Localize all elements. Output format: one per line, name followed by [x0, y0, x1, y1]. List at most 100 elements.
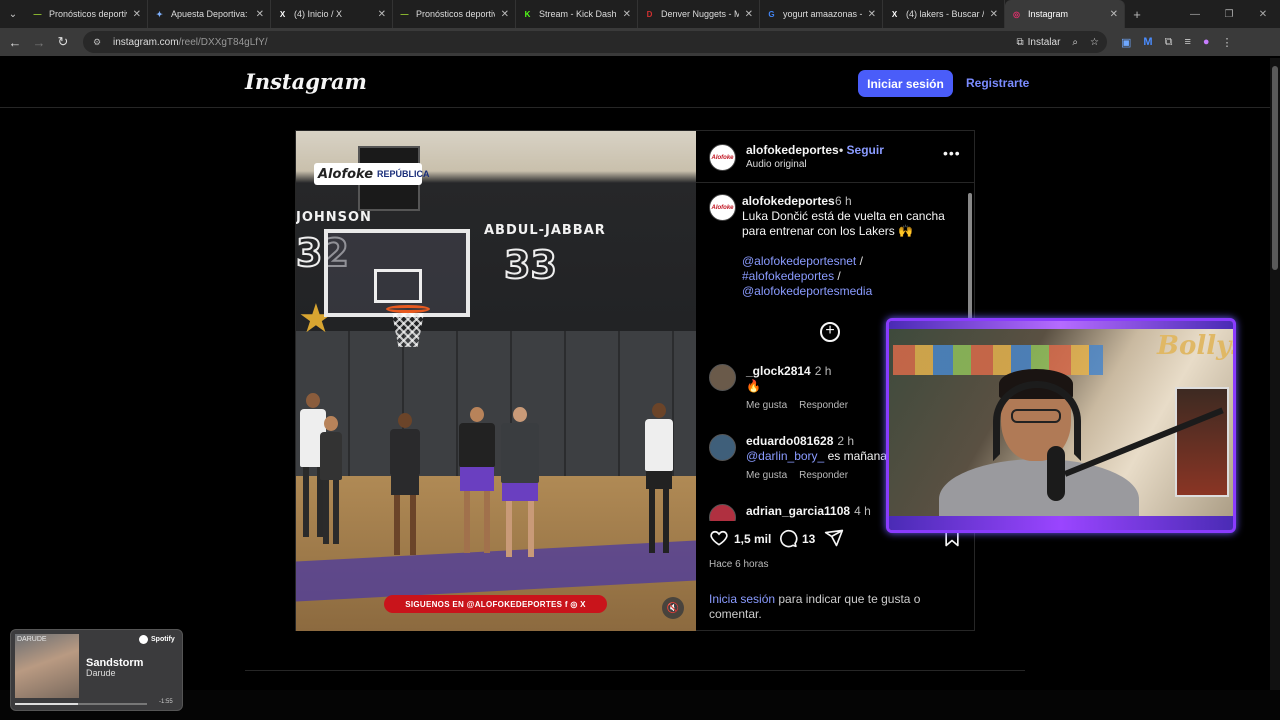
video-player-figure	[456, 407, 498, 553]
comment-username[interactable]: adrian_garcia1108 4 h	[746, 504, 871, 518]
commenter-avatar[interactable]	[709, 434, 736, 461]
browser-tab[interactable]: ◎ Instagram ✕	[1005, 0, 1125, 28]
signup-link[interactable]: Registrarte	[966, 76, 1029, 90]
tab-close-icon[interactable]: ✕	[623, 9, 631, 20]
instagram-header: Instagram Iniciar sesión Registrarte	[0, 56, 1280, 108]
load-more-comments-icon[interactable]: +	[820, 322, 840, 342]
comment-icon[interactable]	[778, 528, 798, 548]
tab-title: Apuesta Deportiva: ¿	[171, 9, 250, 19]
address-bar[interactable]: ⚙ instagram.com/reel/DXXgT84gLfY/ ⧉ Insta…	[83, 31, 1107, 53]
browser-tab[interactable]: — Pronósticos deportiv ✕	[393, 0, 516, 28]
site-info-icon[interactable]: ⚙	[93, 37, 107, 48]
browser-tab[interactable]: — Pronósticos deportiv ✕	[26, 0, 148, 28]
install-label: Instalar	[1027, 36, 1061, 48]
spotify-now-playing-widget: DARUDE Spotify Sandstorm Darude -1:55	[10, 629, 183, 711]
profile-avatar-icon[interactable]: ●	[1203, 36, 1210, 48]
video-player-figure	[318, 416, 344, 544]
reading-list-icon[interactable]: ≡	[1184, 36, 1190, 48]
close-window-button[interactable]: ✕	[1246, 9, 1280, 20]
tab-search-button[interactable]: ⌄	[0, 0, 26, 28]
tab-favicon-icon: —	[33, 9, 42, 19]
reel-video[interactable]: ★ JOHNSON 32 ABDUL-JABBAR 33 Alofoke REP…	[296, 131, 696, 631]
extension-m-icon[interactable]: M	[1143, 36, 1152, 48]
login-prompt-link[interactable]: Inicia sesión	[709, 592, 775, 606]
more-options-icon[interactable]: •••	[943, 145, 961, 161]
minimize-button[interactable]: —	[1178, 9, 1212, 20]
webcam-microphone	[1047, 446, 1065, 501]
install-icon: ⧉	[1016, 36, 1024, 48]
comment-username[interactable]: _glock2814 2 h	[746, 364, 831, 378]
tab-close-icon[interactable]: ✕	[1110, 9, 1118, 20]
translate-extension-icon[interactable]: ▣	[1121, 36, 1131, 49]
tab-favicon-icon: D	[646, 9, 653, 19]
comment-like-button[interactable]: Me gusta	[746, 470, 787, 481]
video-rim	[386, 305, 430, 313]
video-player-figure	[388, 413, 422, 555]
browser-menu-icon[interactable]: ⋮	[1222, 36, 1233, 49]
follow-button[interactable]: • Seguir	[839, 143, 884, 157]
extensions-puzzle-icon[interactable]: ⧉	[1165, 36, 1173, 49]
browser-tab[interactable]: Gyogurt amaazonas - ✕	[760, 0, 883, 28]
forward-button[interactable]: →	[27, 35, 51, 50]
zoom-icon[interactable]: ⌕	[1072, 37, 1078, 48]
commenter-avatar[interactable]	[709, 504, 736, 521]
maximize-button[interactable]: ❐	[1212, 9, 1246, 20]
streamer-webcam-overlay: Bollys	[886, 318, 1236, 533]
tab-title: Denver Nuggets - M	[661, 9, 739, 19]
browser-tab[interactable]: X (4) Inicio / X ✕	[271, 0, 393, 28]
new-tab-button[interactable]: +	[1125, 7, 1149, 22]
tab-favicon-icon: G	[768, 9, 775, 19]
reload-button[interactable]: ↻	[51, 34, 75, 50]
tab-title: Instagram	[1028, 9, 1069, 19]
comment-reply-button[interactable]: Responder	[799, 400, 848, 411]
comments-scrollbar[interactable]	[968, 193, 972, 323]
tab-title: Pronósticos deportiv	[49, 9, 127, 19]
tag-link[interactable]: #alofokedeportes	[742, 269, 834, 283]
author-avatar[interactable]: Alofoke	[709, 144, 736, 171]
heart-icon[interactable]	[709, 528, 729, 548]
tab-close-icon[interactable]: ✕	[378, 9, 386, 20]
comment-reply-button[interactable]: Responder	[799, 470, 848, 481]
browser-tab[interactable]: K Stream - Kick Dashb ✕	[516, 0, 638, 28]
mute-toggle-icon[interactable]: 🔇	[662, 597, 684, 619]
tab-close-icon[interactable]: ✕	[745, 9, 753, 20]
tab-title: yogurt amaazonas -	[783, 9, 862, 19]
login-button[interactable]: Iniciar sesión	[858, 70, 953, 97]
bookmark-star-icon[interactable]: ☆	[1090, 37, 1099, 48]
share-icon[interactable]	[824, 528, 844, 548]
tab-favicon-icon: ◎	[1013, 9, 1020, 19]
alofoke-republica-watermark: Alofoke REPÚBLICA	[314, 163, 430, 185]
install-app-button[interactable]: ⧉ Instalar	[1016, 37, 1060, 48]
comment-like-button[interactable]: Me gusta	[746, 400, 787, 411]
instagram-logo[interactable]: Instagram	[245, 69, 367, 94]
tab-title: (4) lakers - Buscar / X	[906, 9, 984, 19]
likes-count[interactable]: 1,5 mil	[734, 532, 771, 546]
tab-favicon-icon: X	[891, 9, 898, 19]
back-button[interactable]: ←	[3, 35, 27, 50]
caption-time: 6 h	[835, 194, 852, 208]
page-bottom-area	[0, 690, 1280, 720]
comment-text: 🔥	[746, 379, 761, 393]
track-time-remaining: -1:55	[159, 699, 173, 705]
browser-tab[interactable]: X (4) lakers - Buscar / X ✕	[883, 0, 1005, 28]
browser-tab[interactable]: D Denver Nuggets - M ✕	[638, 0, 760, 28]
tag-link[interactable]: @alofokedeportesmedia	[742, 284, 872, 298]
comment-mention[interactable]: @darlin_bory_	[746, 449, 824, 463]
tab-close-icon[interactable]: ✕	[990, 9, 998, 20]
album-art-label: DARUDE	[17, 636, 47, 643]
tab-close-icon[interactable]: ✕	[868, 9, 876, 20]
caption-author-avatar[interactable]: Alofoke	[709, 194, 736, 221]
webcam-toy-shelf	[893, 345, 1103, 375]
tag-link[interactable]: @alofokedeportesnet	[742, 254, 856, 268]
tab-favicon-icon: K	[524, 9, 531, 19]
author-username[interactable]: alofokedeportes	[746, 143, 839, 157]
tab-close-icon[interactable]: ✕	[133, 9, 141, 20]
tab-close-icon[interactable]: ✕	[256, 9, 264, 20]
commenter-avatar[interactable]	[709, 364, 736, 391]
caption-username[interactable]: alofokedeportes	[742, 194, 835, 208]
audio-label[interactable]: Audio original	[746, 159, 807, 170]
comment-username[interactable]: eduardo081628 2 h	[746, 434, 854, 448]
page-scrollbar[interactable]	[1272, 66, 1278, 270]
tab-close-icon[interactable]: ✕	[501, 9, 509, 20]
browser-tab[interactable]: ✦ Apuesta Deportiva: ¿ ✕	[148, 0, 271, 28]
